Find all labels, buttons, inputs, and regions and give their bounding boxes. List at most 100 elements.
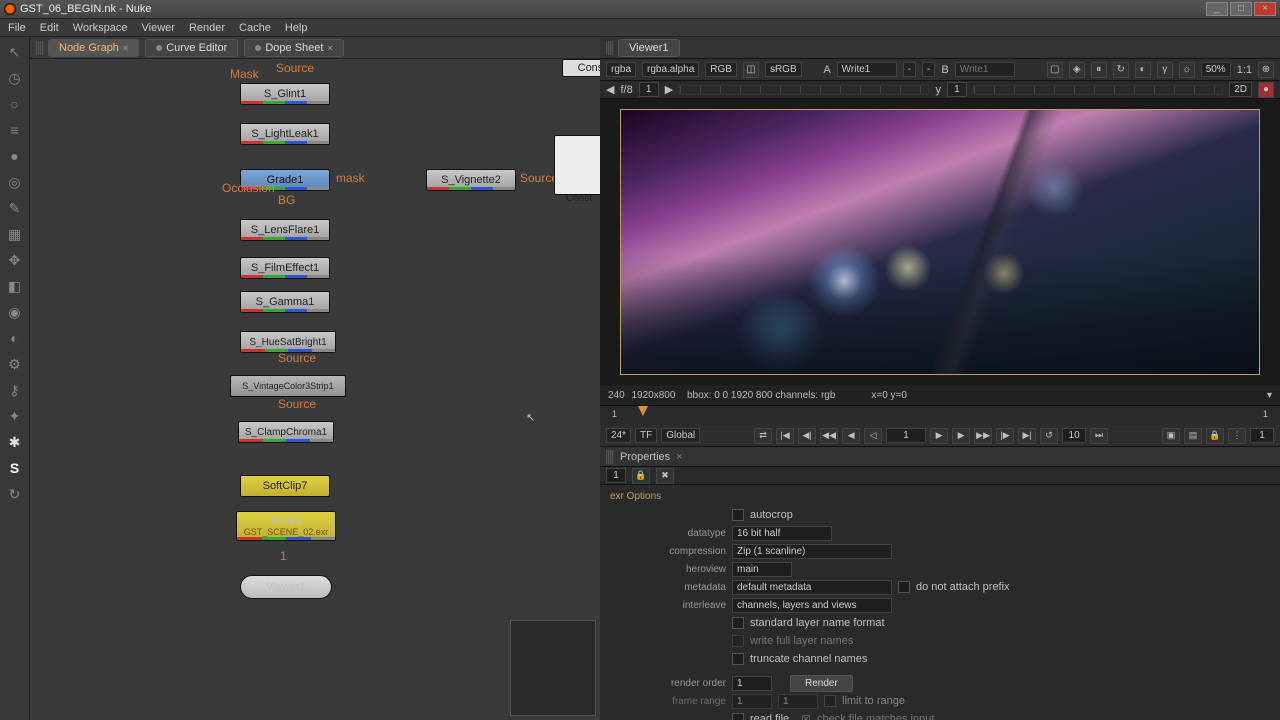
node-lightleak[interactable]: S_LightLeak1 bbox=[240, 123, 330, 145]
ruler-next-icon[interactable]: ▶ bbox=[665, 83, 673, 96]
loop-button[interactable]: ↺ bbox=[1040, 428, 1058, 444]
lock-icon[interactable]: 🔒 bbox=[1206, 428, 1224, 444]
compression-dropdown[interactable]: Zip (1 scanline) bbox=[732, 544, 892, 559]
node-vintage[interactable]: S_VintageColor3Strip1 bbox=[230, 375, 346, 397]
close-button[interactable]: × bbox=[1254, 2, 1276, 16]
y-value[interactable]: 1 bbox=[947, 82, 967, 97]
node-clamp[interactable]: S_ClampChroma1 bbox=[238, 421, 334, 443]
tab-node-graph[interactable]: Node Graph× bbox=[48, 39, 139, 57]
tool-sphere-icon[interactable]: ◉ bbox=[6, 303, 24, 321]
no-prefix-checkbox[interactable] bbox=[898, 581, 910, 593]
fstop-label[interactable]: f/8 bbox=[620, 84, 632, 96]
tool-wrench-icon[interactable]: ⚙ bbox=[6, 355, 24, 373]
timeline[interactable]: 1 1 bbox=[600, 405, 1280, 425]
mode-dropdown[interactable]: 2D bbox=[1229, 82, 1252, 97]
tab-viewer1[interactable]: Viewer1 bbox=[618, 39, 680, 57]
sync-icon[interactable]: ⇄ bbox=[754, 428, 772, 444]
frame-range-b-input[interactable]: 1 bbox=[778, 694, 818, 709]
limit-range-checkbox[interactable] bbox=[824, 695, 836, 707]
tool-clock-icon[interactable]: ◷ bbox=[6, 69, 24, 87]
tab-dope-sheet[interactable]: Dope Sheet× bbox=[244, 39, 343, 57]
gamma-icon[interactable]: γ bbox=[1157, 62, 1173, 78]
frame-range-a-input[interactable]: 1 bbox=[732, 694, 772, 709]
status-menu-icon[interactable]: ▾ bbox=[1267, 390, 1272, 401]
last-frame-button[interactable]: ▶| bbox=[1018, 428, 1036, 444]
tool-cube-icon[interactable]: ◧ bbox=[6, 277, 24, 295]
node-huesat[interactable]: S_HueSatBright1 bbox=[240, 331, 336, 353]
minimap[interactable] bbox=[510, 620, 596, 716]
datatype-dropdown[interactable]: 16 bit half bbox=[732, 526, 832, 541]
next-key-button[interactable]: |▶ bbox=[996, 428, 1014, 444]
node-filmeffect[interactable]: S_FilmEffect1 bbox=[240, 257, 330, 279]
pane-handle[interactable] bbox=[36, 41, 44, 55]
minimize-button[interactable]: _ bbox=[1206, 2, 1228, 16]
tool-circle-icon[interactable]: ○ bbox=[6, 95, 24, 113]
exposure-slider[interactable] bbox=[679, 85, 929, 95]
play-fwd-button[interactable]: ▶▶ bbox=[974, 428, 992, 444]
node-vignette[interactable]: S_Vignette2 bbox=[426, 169, 516, 191]
settings-icon[interactable]: ⋮ bbox=[1228, 428, 1246, 444]
menu-cache[interactable]: Cache bbox=[239, 22, 271, 34]
fstop-value[interactable]: 1 bbox=[639, 82, 659, 97]
tool-move-icon[interactable]: ✥ bbox=[6, 251, 24, 269]
play-back-button[interactable]: ◀◀ bbox=[820, 428, 838, 444]
play-button[interactable]: ▶ bbox=[930, 428, 948, 444]
tool-layers-icon[interactable]: ≡ bbox=[6, 121, 24, 139]
current-frame-input[interactable]: 1 bbox=[886, 428, 926, 443]
clip-icon[interactable]: ◫ bbox=[743, 62, 759, 78]
menu-edit[interactable]: Edit bbox=[40, 22, 59, 34]
props-clear-icon[interactable]: ✖ bbox=[656, 468, 674, 484]
gamma-slider[interactable] bbox=[973, 85, 1223, 95]
props-lock-icon[interactable]: 🔒 bbox=[632, 468, 650, 484]
node-write[interactable]: Write1 GST_SCENE_02.exr bbox=[236, 511, 336, 541]
pause-icon[interactable]: ⏸ bbox=[1091, 62, 1107, 78]
end-frame-input[interactable]: 1 bbox=[1250, 428, 1274, 443]
node-lensflare[interactable]: S_LensFlare1 bbox=[240, 219, 330, 241]
zoom-reset-icon[interactable]: ⊕ bbox=[1258, 62, 1274, 78]
node-viewer[interactable]: Viewer1 bbox=[240, 575, 332, 599]
node-softclip[interactable]: SoftClip7 bbox=[240, 475, 330, 497]
tool-grid-icon[interactable]: ▦ bbox=[6, 225, 24, 243]
render-order-input[interactable]: 1 bbox=[732, 676, 772, 691]
tool-pen-icon[interactable]: ✎ bbox=[6, 199, 24, 217]
node-graph[interactable]: Source Mask S_Glint1 S_LightLeak1 Grade1… bbox=[30, 59, 600, 720]
sync-dropdown[interactable]: Global bbox=[661, 428, 700, 443]
refresh-icon[interactable]: ↻ bbox=[1113, 62, 1129, 78]
tool-arrow-icon[interactable]: ↖ bbox=[6, 43, 24, 61]
props-count[interactable]: 1 bbox=[606, 468, 626, 483]
autocrop-checkbox[interactable] bbox=[732, 509, 744, 521]
read-file-checkbox[interactable] bbox=[732, 713, 744, 720]
step-back-button[interactable]: ◀ bbox=[842, 428, 860, 444]
stop-button[interactable]: ◁ bbox=[864, 428, 882, 444]
tool-s-icon[interactable]: S bbox=[6, 459, 24, 477]
zoom-dropdown[interactable]: 50% bbox=[1201, 62, 1231, 77]
node-gamma[interactable]: S_Gamma1 bbox=[240, 291, 330, 313]
tool-ring-icon[interactable]: ◎ bbox=[6, 173, 24, 191]
in-button[interactable]: ▣ bbox=[1162, 428, 1180, 444]
proxy-icon[interactable]: ◈ bbox=[1069, 62, 1085, 78]
ruler-prev-icon[interactable]: ◀ bbox=[606, 83, 614, 96]
alpha-dropdown[interactable]: rgba.alpha bbox=[642, 62, 699, 77]
menu-file[interactable]: File bbox=[8, 22, 26, 34]
menu-workspace[interactable]: Workspace bbox=[73, 22, 128, 34]
metadata-dropdown[interactable]: default metadata bbox=[732, 580, 892, 595]
viewer-pane-handle[interactable] bbox=[606, 41, 614, 55]
gain-icon[interactable]: ☼ bbox=[1179, 62, 1195, 78]
render-button[interactable]: Render bbox=[790, 675, 853, 692]
interleave-dropdown[interactable]: channels, layers and views bbox=[732, 598, 892, 613]
roi-icon[interactable]: ▢ bbox=[1047, 62, 1063, 78]
node-glint[interactable]: S_Glint1 bbox=[240, 83, 330, 105]
menu-render[interactable]: Render bbox=[189, 22, 225, 34]
out-button[interactable]: ▤ bbox=[1184, 428, 1202, 444]
fps-dropdown[interactable]: 24* bbox=[606, 428, 631, 443]
truncate-checkbox[interactable] bbox=[732, 653, 744, 665]
tf-dropdown[interactable]: TF bbox=[635, 428, 657, 443]
ab-icon[interactable]: ◐ bbox=[1135, 62, 1151, 78]
tool-eye-icon[interactable]: ◐ bbox=[6, 329, 24, 347]
timeline-marker[interactable] bbox=[638, 406, 648, 416]
std-layer-checkbox[interactable] bbox=[732, 617, 744, 629]
first-frame-button[interactable]: |◀ bbox=[776, 428, 794, 444]
channel-dropdown[interactable]: rgba bbox=[606, 62, 636, 77]
props-handle[interactable] bbox=[606, 450, 614, 464]
a-wipe2-dropdown[interactable]: - bbox=[922, 62, 935, 77]
